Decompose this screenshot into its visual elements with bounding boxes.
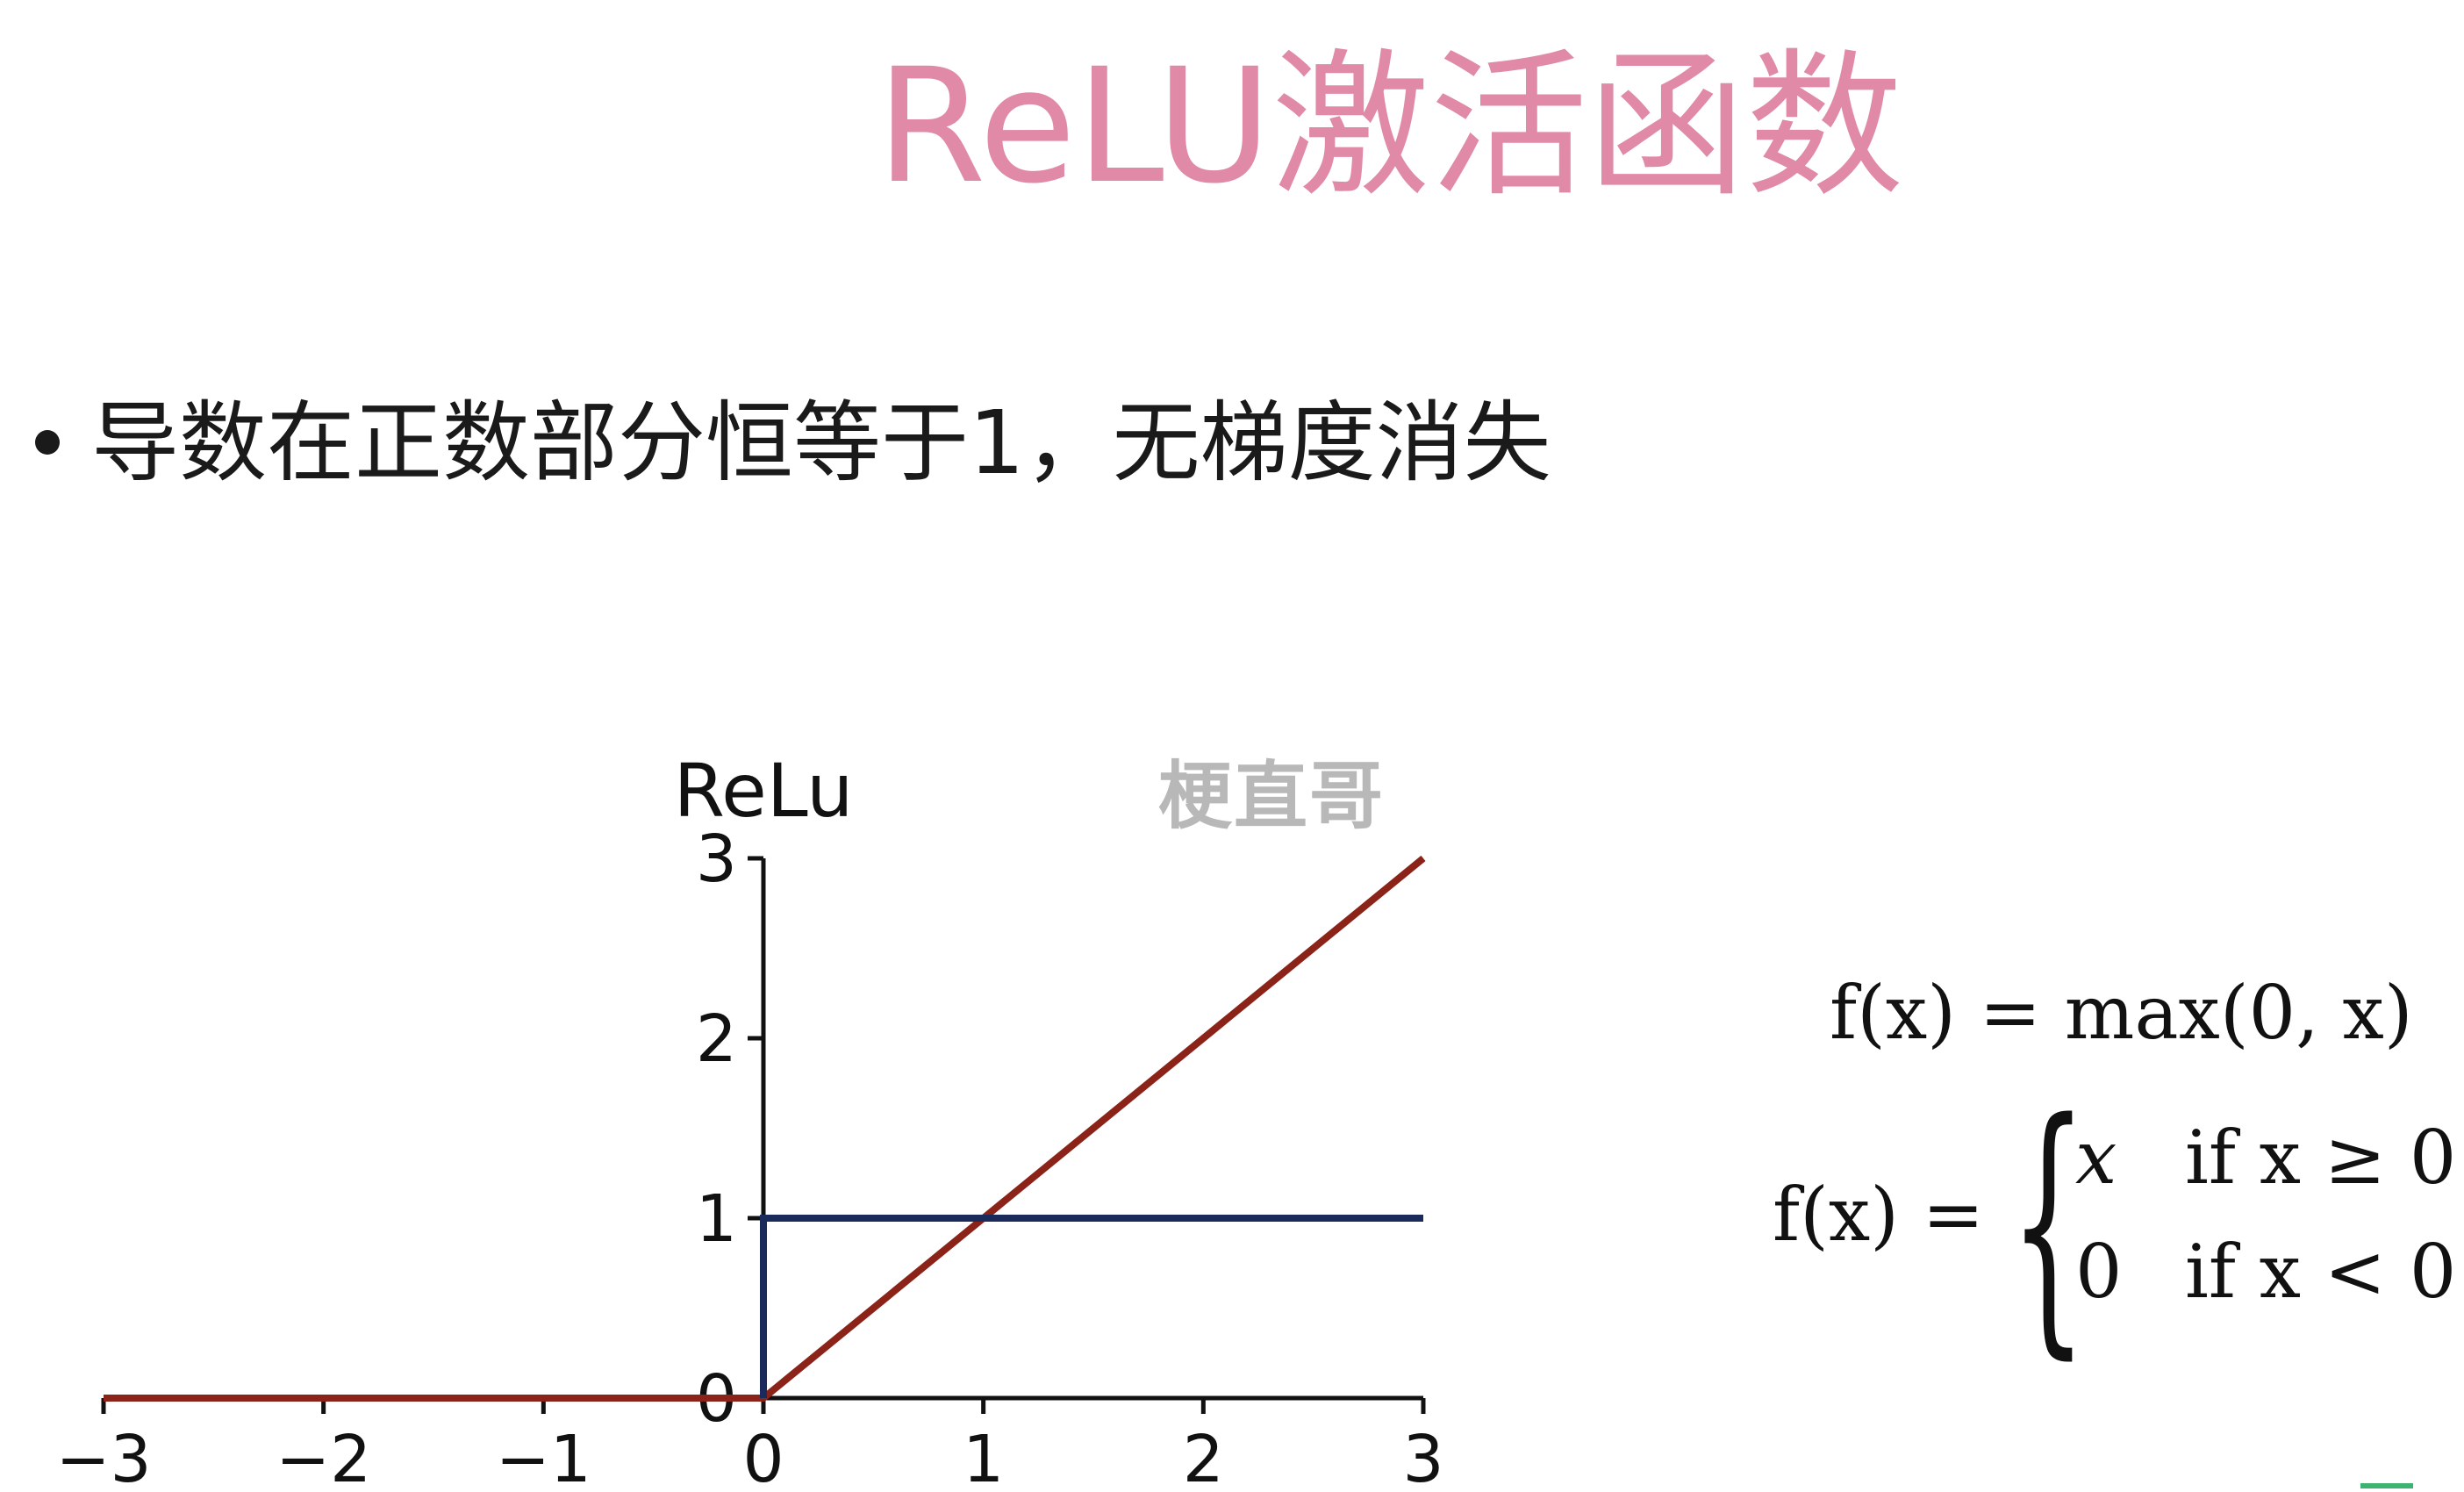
bullet-text: 导数在正数部分恒等于1，无梯度消失: [91, 391, 1551, 494]
slide-title: ReLU激活函数: [876, 35, 1904, 219]
case2-expression: 0: [2075, 1229, 2123, 1315]
y-tick-label: 1: [696, 1181, 737, 1257]
case1-expression: x: [2075, 1115, 2117, 1201]
relu-derivative-line: [760, 1215, 1423, 1398]
x-tick-label: 0: [742, 1422, 784, 1488]
y-tick-label: 2: [696, 1001, 737, 1077]
x-tick-label: −1: [496, 1422, 591, 1488]
corner-indicator: [2360, 1483, 2413, 1488]
x-tick-label: 1: [963, 1422, 1004, 1488]
chart-svg: −3 −2 −1 0 1 2 30123ReLu: [55, 748, 1443, 1492]
bullet-dot-icon: [35, 429, 60, 455]
relu-chart: −3 −2 −1 0 1 2 3 0 1 2 3 ReLu: [0, 720, 1492, 1492]
x-tick-label: 2: [1183, 1422, 1224, 1488]
chart-title: ReLu: [674, 748, 854, 834]
bullet-point: 导数在正数部分恒等于1，无梯度消失: [35, 399, 1551, 487]
x-tick-label: −3: [55, 1422, 151, 1488]
formula-piecewise-lhs: f(x) =: [1773, 1172, 1985, 1258]
case1-condition: if x ≥ 0: [2185, 1115, 2457, 1201]
case2-condition: if x < 0: [2185, 1229, 2457, 1315]
formula-max: f(x) = max(0, x): [1830, 970, 2413, 1056]
x-tick-label: 3: [1402, 1422, 1443, 1488]
x-tick-label: −2: [276, 1422, 371, 1488]
